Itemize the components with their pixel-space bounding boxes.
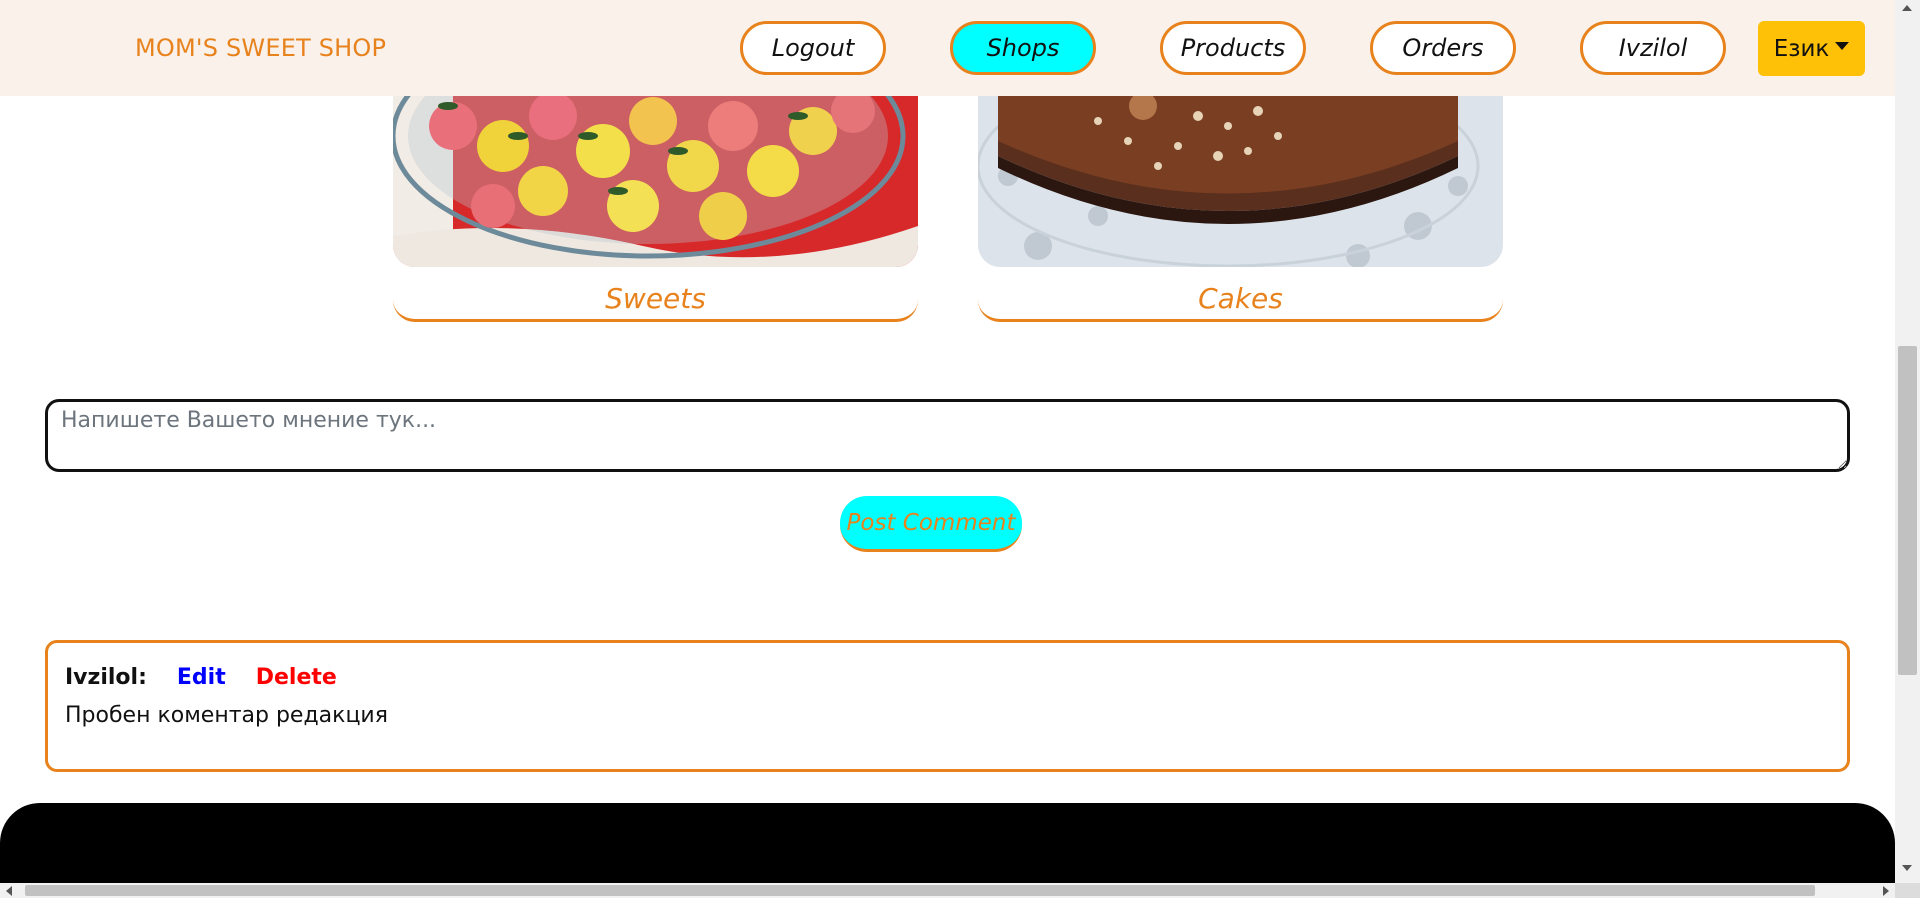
nav-products-button[interactable]: Products [1160,21,1306,75]
scroll-down-arrow-icon[interactable] [1902,865,1912,871]
language-dropdown-button[interactable]: Език [1758,21,1865,76]
logout-button[interactable]: Logout [740,21,886,75]
caret-down-icon [1835,41,1850,50]
sweets-category-label[interactable]: Sweets [393,282,918,322]
user-profile-button[interactable]: Ivzilol [1580,21,1726,75]
cakes-category-label[interactable]: Cakes [978,282,1503,322]
nav-orders-button[interactable]: Orders [1370,21,1516,75]
delete-comment-link[interactable]: Delete [256,665,337,690]
comment-text: Пробен коментар редакция [65,703,388,728]
comment-header: Ivzilol: Edit Delete [65,665,337,690]
comment-author: Ivzilol: [65,665,147,690]
scrollbar-corner [1895,883,1920,898]
page-footer [0,803,1895,883]
edit-comment-link[interactable]: Edit [177,665,226,690]
scroll-right-arrow-icon[interactable] [1883,886,1889,896]
comment-textarea[interactable] [45,399,1850,472]
vertical-scrollbar-thumb[interactable] [1898,346,1917,675]
scroll-left-arrow-icon[interactable] [6,886,12,896]
cakes-category-image[interactable] [978,96,1503,267]
top-navbar: MOM'S SWEET SHOP Logout Shops Products O… [0,0,1895,96]
brand-logo-text[interactable]: MOM'S SWEET SHOP [135,34,386,62]
horizontal-scrollbar-thumb[interactable] [25,885,1815,896]
comment-card: Ivzilol: Edit Delete Пробен коментар ред… [45,640,1850,772]
nav-shops-button[interactable]: Shops [950,21,1096,75]
scroll-up-arrow-icon[interactable] [1902,5,1912,11]
post-comment-button[interactable]: Post Comment [840,496,1022,552]
language-label: Език [1773,35,1830,62]
sweets-category-image[interactable] [393,96,918,267]
